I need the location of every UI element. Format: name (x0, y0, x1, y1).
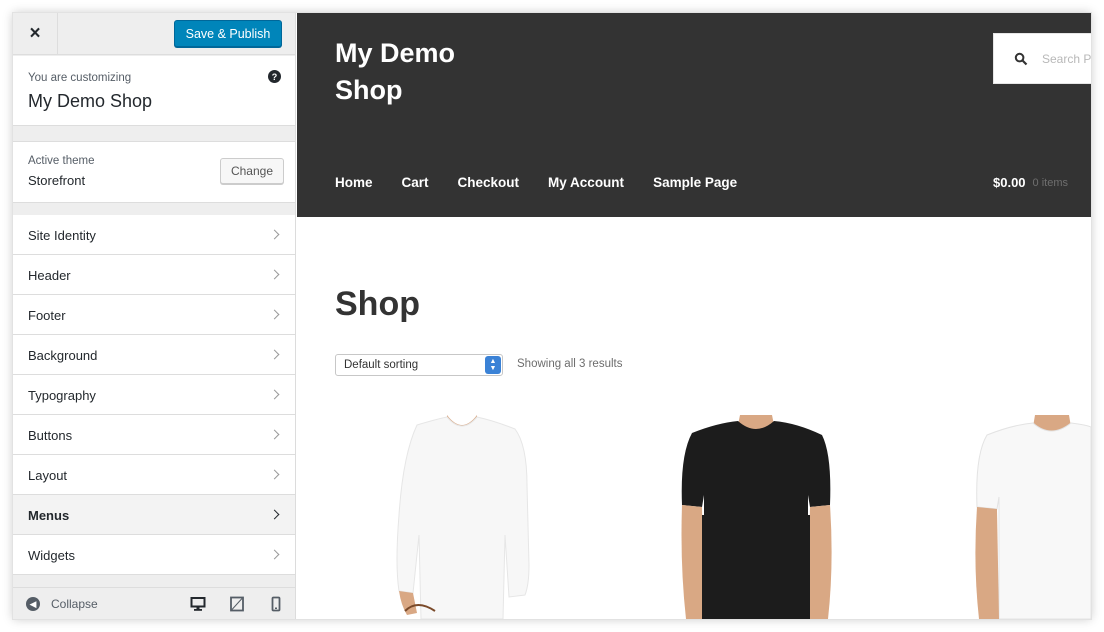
panel-label: Typography (28, 387, 96, 403)
cart-item-count: 0 items (1032, 177, 1069, 189)
panel-label: Footer (28, 307, 66, 323)
panel-label: Site Identity (28, 227, 96, 243)
select-arrows-icon: ▲ ▼ (485, 356, 501, 374)
customizing-label: You are customizing (28, 72, 132, 84)
panel-label: Background (28, 347, 98, 363)
chevron-right-icon (269, 509, 280, 520)
page-title: Shop (335, 285, 420, 323)
site-title[interactable]: My Demo Shop (335, 35, 485, 109)
panel-buttons[interactable]: Buttons (13, 415, 295, 455)
collapse-button[interactable]: ◀ Collapse (26, 588, 98, 619)
panel-background[interactable]: Background (13, 335, 295, 375)
search-icon (1014, 52, 1028, 65)
nav-my-account[interactable]: My Account (548, 175, 624, 195)
panel-label: Menus (28, 507, 70, 523)
chevron-right-icon (269, 309, 280, 320)
panel-label: Header (28, 267, 71, 283)
chevron-right-icon (269, 469, 280, 480)
panel-footer[interactable]: Footer (13, 295, 295, 335)
search-input[interactable]: Search P (993, 33, 1091, 84)
primary-navigation: Home Cart Checkout My Account Sample Pag… (335, 175, 766, 195)
nav-checkout[interactable]: Checkout (458, 175, 520, 195)
nav-sample-page[interactable]: Sample Page (653, 175, 737, 195)
chevron-right-icon (269, 429, 280, 440)
sidebar-header: × Save & Publish (13, 13, 295, 55)
sorting-select[interactable]: Default sorting ▲ ▼ (335, 354, 503, 376)
close-button[interactable]: × (13, 13, 58, 55)
chevron-right-icon (269, 389, 280, 400)
chevron-right-icon (269, 549, 280, 560)
collapse-label: Collapse (51, 597, 98, 611)
active-theme-name: Storefront (28, 173, 86, 188)
panel-label: Layout (28, 467, 68, 483)
panel-site-identity[interactable]: Site Identity (13, 215, 295, 255)
search-placeholder: Search P (1042, 51, 1091, 66)
white-long-sleeve-shirt-product[interactable] (377, 415, 547, 619)
collapse-arrow-icon: ◀ (26, 597, 40, 611)
site-preview: My Demo Shop Search P Home Cart Checkout… (297, 13, 1091, 619)
product-image (681, 415, 832, 619)
product-image (396, 415, 530, 619)
chevron-right-icon (269, 349, 280, 360)
black-t-shirt-product[interactable] (662, 415, 852, 619)
active-theme-label: Active theme (28, 155, 95, 167)
tablet-preview-icon[interactable] (229, 596, 245, 612)
site-header: My Demo Shop Search P Home Cart Checkout… (297, 13, 1091, 217)
header-cart: $0.00 0 items (993, 175, 1068, 190)
save-publish-button[interactable]: Save & Publish (174, 20, 282, 47)
customizer-window: × Save & Publish You are customizing My … (13, 13, 1091, 619)
close-icon: × (29, 23, 41, 44)
panel-menus[interactable]: Menus (13, 495, 295, 535)
mobile-preview-icon[interactable] (268, 596, 284, 612)
help-icon[interactable]: ? (268, 70, 281, 83)
panel-label: Widgets (28, 547, 75, 563)
cart-total[interactable]: $0.00 (993, 175, 1026, 190)
panel-typography[interactable]: Typography (13, 375, 295, 415)
chevron-right-icon (269, 229, 280, 240)
sorting-value: Default sorting (344, 359, 419, 371)
panel-header[interactable]: Header (13, 255, 295, 295)
customizing-site-name: My Demo Shop (28, 91, 153, 111)
customizer-panel-list: Site Identity Header Footer Background T… (13, 215, 295, 575)
white-t-shirt-product[interactable] (947, 415, 1091, 619)
customizing-info: You are customizing My Demo Shop ? (13, 56, 295, 126)
desktop-preview-icon[interactable] (190, 596, 206, 612)
panel-layout[interactable]: Layout (13, 455, 295, 495)
change-theme-button[interactable]: Change (220, 158, 284, 184)
nav-home[interactable]: Home (335, 175, 373, 195)
panel-widgets[interactable]: Widgets (13, 535, 295, 575)
result-count: Showing all 3 results (517, 358, 623, 370)
active-theme-section: Active theme Storefront Change (13, 141, 295, 203)
chevron-right-icon (269, 269, 280, 280)
sidebar-footer: ◀ Collapse (13, 587, 295, 619)
nav-cart[interactable]: Cart (402, 175, 429, 195)
customizer-sidebar: × Save & Publish You are customizing My … (13, 13, 296, 619)
panel-label: Buttons (28, 427, 73, 443)
product-image (975, 415, 1091, 619)
